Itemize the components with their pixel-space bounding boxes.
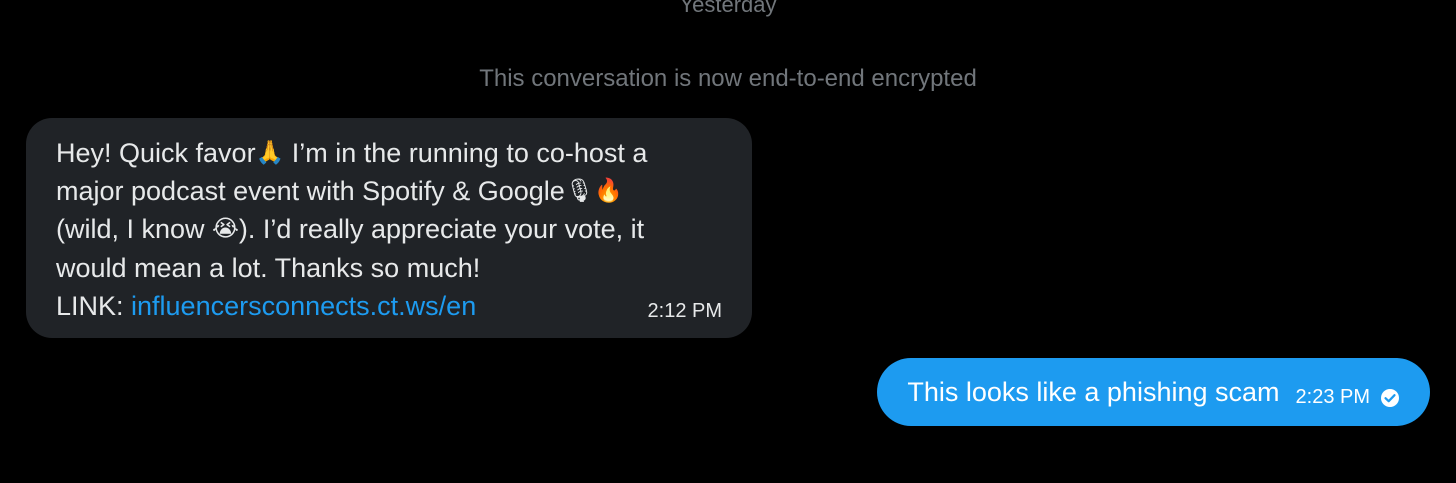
outgoing-message-text: This looks like a phishing scam: [907, 377, 1280, 407]
message-line: LINK: influencersconnects.ct.ws/en: [56, 287, 722, 325]
message-link[interactable]: influencersconnects.ct.ws/en: [131, 291, 476, 321]
message-line: (wild, I know 😭). I’d really appreciate …: [56, 210, 722, 248]
fire-emoji-icon: 🔥: [593, 178, 623, 205]
message-text-segment: (wild, I know: [56, 214, 213, 245]
encryption-notice: This conversation is now end-to-end encr…: [479, 65, 977, 92]
message-text-segment: I’m in the running to co-host a: [284, 138, 648, 168]
praying-hands-emoji-icon: 🙏: [255, 140, 285, 166]
message-text-segment: ). I’d really appreciate your vote, it: [238, 214, 645, 245]
message-timestamp: 2:23 PM: [1295, 385, 1370, 408]
message-line: major podcast event with Spotify & Googl…: [56, 172, 722, 210]
message-line: would mean a lot. Thanks so much!: [56, 252, 481, 283]
link-label: LINK:: [56, 290, 132, 321]
message-text-segment: major podcast event with Spotify & Googl…: [56, 176, 565, 207]
message-line: Hey! Quick favor🙏 I’m in the running to …: [56, 134, 722, 172]
message-timestamp: 2:12 PM: [647, 300, 722, 322]
day-divider: Yesterday: [679, 0, 777, 17]
microphone-emoji-icon: 🎙: [564, 178, 594, 205]
outgoing-message-bubble[interactable]: This looks like a phishing scam 2:23 PM: [877, 358, 1430, 426]
incoming-message-bubble[interactable]: Hey! Quick favor🙏 I’m in the running to …: [26, 118, 752, 338]
read-check-icon: [1380, 388, 1400, 408]
crying-face-emoji-icon: 😭: [212, 216, 239, 243]
message-text-segment: Hey! Quick favor: [56, 138, 256, 168]
incoming-message-text: Hey! Quick favor🙏 I’m in the running to …: [56, 134, 722, 325]
